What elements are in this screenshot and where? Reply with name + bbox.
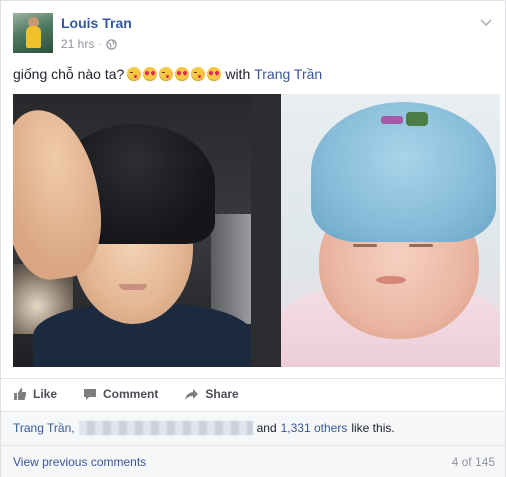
photo-newborn[interactable] [281, 94, 500, 367]
emoji-group [127, 67, 222, 81]
heart-eyes-emoji-icon [175, 67, 190, 81]
facebook-post: Louis Tran 21 hrs · giống chỗ nào ta? wi… [0, 0, 506, 477]
avatar-body [26, 26, 41, 48]
thumbs-up-icon [13, 387, 27, 401]
photo-adult-selfie[interactable] [13, 94, 251, 367]
photo-background-wall [211, 214, 251, 324]
message-text: giống chỗ nào ta? [13, 66, 125, 82]
like-label: Like [33, 387, 58, 401]
heart-eyes-emoji-icon [143, 67, 158, 81]
author-avatar[interactable] [13, 13, 53, 53]
kiss-emoji-icon [159, 67, 174, 81]
comment-bubble-icon [83, 388, 97, 401]
comment-button[interactable]: Comment [83, 387, 158, 401]
photo-hat-stripe [406, 112, 428, 126]
post-actions: Like Comment Share [13, 379, 493, 409]
post-meta: 21 hrs · [61, 37, 117, 51]
photo-baby-hat [311, 102, 496, 242]
comment-count: 4 of 145 [451, 455, 495, 469]
meta-separator: · [98, 38, 102, 50]
photo-hat-stripe [381, 116, 403, 124]
photo-closed-eye [409, 244, 433, 247]
post-photo-collage[interactable] [13, 94, 500, 367]
view-previous-comments-link[interactable]: View previous comments [13, 455, 146, 469]
tagged-user-link[interactable]: Trang Trần [254, 65, 322, 83]
others-likes-link[interactable]: 1,331 others [281, 421, 348, 435]
photo-baby-lips [376, 276, 406, 284]
heart-eyes-emoji-icon [207, 67, 222, 81]
likes-and-label: and [256, 421, 277, 435]
like-button[interactable]: Like [13, 387, 57, 401]
share-arrow-icon [184, 388, 199, 401]
photo-mouth [119, 284, 147, 290]
comments-bar: View previous comments 4 of 145 [1, 445, 505, 477]
post-message: giống chỗ nào ta? with Trang Trần [13, 65, 493, 83]
globe-icon[interactable] [105, 38, 117, 50]
likes-summary: Trang Trần, and 1,331 others like this. [13, 421, 395, 435]
chevron-down-icon[interactable] [479, 15, 493, 29]
photo-closed-eye [353, 244, 377, 247]
share-label: Share [205, 387, 239, 401]
share-button[interactable]: Share [184, 387, 239, 401]
kiss-emoji-icon [191, 67, 206, 81]
liker-name-link[interactable]: Trang Trần, [13, 421, 75, 435]
kiss-emoji-icon [127, 67, 142, 81]
likes-summary-bar: Trang Trần, and 1,331 others like this. [1, 411, 505, 445]
post-timestamp[interactable]: 21 hrs [61, 37, 94, 51]
with-label: with [225, 66, 251, 82]
blurred-names [78, 421, 253, 435]
likes-suffix: like this. [351, 421, 395, 435]
author-name[interactable]: Louis Tran [61, 15, 132, 31]
comment-label: Comment [103, 387, 159, 401]
post-header: Louis Tran 21 hrs · [13, 13, 493, 55]
